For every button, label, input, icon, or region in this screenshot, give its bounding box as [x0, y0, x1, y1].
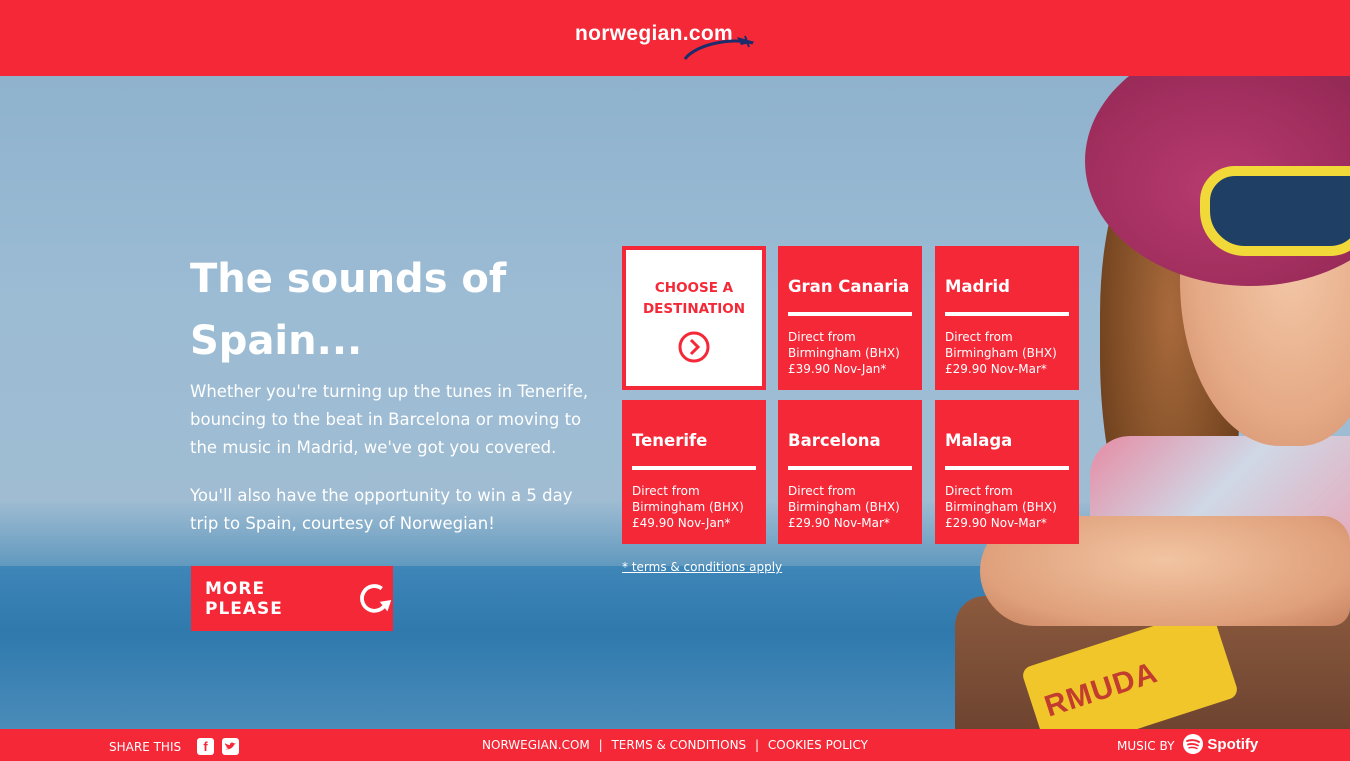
hero-banner: RMUDA The sounds of Spain... Whether you…: [0, 76, 1350, 729]
destination-details: Direct from Birmingham (BHX) £29.90 Nov-…: [945, 329, 1075, 377]
destination-grid: CHOOSE A DESTINATION Gran Canaria Direct…: [622, 246, 1082, 546]
detail-line1: Direct from: [945, 484, 1013, 498]
spotify-link[interactable]: Spotify: [1182, 733, 1258, 755]
music-by-label: MUSIC BY: [1117, 739, 1175, 753]
destination-details: Direct from Birmingham (BHX) £49.90 Nov-…: [632, 483, 762, 531]
detail-line1: Direct from: [788, 484, 856, 498]
destination-details: Direct from Birmingham (BHX) £29.90 Nov-…: [945, 483, 1075, 531]
destination-name: Barcelona: [788, 431, 881, 450]
detail-price: £29.90 Nov-Mar*: [788, 516, 890, 530]
detail-line2: Birmingham (BHX): [788, 346, 900, 360]
tile-divider: [788, 312, 912, 316]
destination-name: Tenerife: [632, 431, 708, 450]
destination-tile-madrid[interactable]: Madrid Direct from Birmingham (BHX) £29.…: [935, 246, 1079, 390]
link-separator: |: [755, 738, 760, 752]
detail-line2: Birmingham (BHX): [945, 500, 1057, 514]
destination-details: Direct from Birmingham (BHX) £39.90 Nov-…: [788, 329, 918, 377]
choose-destination-label: CHOOSE A DESTINATION: [643, 278, 745, 320]
more-please-button[interactable]: MORE PLEASE: [191, 566, 393, 631]
destination-name: Gran Canaria: [788, 277, 910, 296]
detail-price: £29.90 Nov-Mar*: [945, 362, 1047, 376]
destination-details: Direct from Birmingham (BHX) £29.90 Nov-…: [788, 483, 918, 531]
music-credit: MUSIC BY Spotify: [1117, 733, 1258, 755]
tile-divider: [632, 466, 756, 470]
refresh-icon: [360, 583, 392, 613]
competition-paragraph: You'll also have the opportunity to win …: [190, 486, 573, 533]
sunglasses-image: [1200, 166, 1350, 256]
choose-destination-inner: CHOOSE A DESTINATION: [626, 250, 762, 386]
detail-line2: Birmingham (BHX): [945, 346, 1057, 360]
destination-tile-barcelona[interactable]: Barcelona Direct from Birmingham (BHX) £…: [778, 400, 922, 544]
page-title: The sounds of Spain...: [190, 248, 590, 372]
choose-line2: DESTINATION: [642, 301, 746, 317]
destination-name: Madrid: [945, 277, 1010, 296]
norwegian-logo[interactable]: norwegian.com: [575, 13, 775, 63]
tile-divider: [945, 312, 1069, 316]
choose-destination-tile[interactable]: CHOOSE A DESTINATION: [622, 246, 766, 390]
detail-line1: Direct from: [632, 484, 700, 498]
detail-line2: Birmingham (BHX): [788, 500, 900, 514]
site-header: norwegian.com: [0, 0, 1350, 76]
detail-line1: Direct from: [945, 330, 1013, 344]
tile-divider: [945, 466, 1069, 470]
spotify-label: Spotify: [1207, 735, 1259, 753]
sticker-text: RMUDA: [1040, 656, 1162, 724]
plane-swoosh-icon: [683, 35, 755, 60]
norwegian-site-link[interactable]: NORWEGIAN.COM: [482, 738, 590, 752]
choose-line1: CHOOSE A: [654, 280, 734, 296]
link-separator: |: [598, 738, 603, 752]
detail-price: £49.90 Nov-Jan*: [632, 516, 731, 530]
terms-conditions-link[interactable]: * terms & conditions apply: [622, 560, 782, 574]
detail-price: £39.90 Nov-Jan*: [788, 362, 887, 376]
site-footer: SHARE THIS f NORWEGIAN.COM | TERMS & CON…: [0, 729, 1350, 761]
headline-line2: Spain...: [190, 318, 363, 364]
destination-tile-malaga[interactable]: Malaga Direct from Birmingham (BHX) £29.…: [935, 400, 1079, 544]
terms-link[interactable]: TERMS & CONDITIONS: [611, 738, 746, 752]
headline-line1: The sounds of: [190, 256, 507, 302]
spotify-icon: [1183, 734, 1204, 754]
destination-name: Malaga: [945, 431, 1013, 450]
more-please-label: MORE PLEASE: [205, 578, 283, 619]
detail-line1: Direct from: [788, 330, 856, 344]
detail-line2: Birmingham (BHX): [632, 500, 744, 514]
cookies-policy-link[interactable]: COOKIES POLICY: [768, 738, 868, 752]
destination-tile-gran-canaria[interactable]: Gran Canaria Direct from Birmingham (BHX…: [778, 246, 922, 390]
chevron-right-circle-icon: [678, 331, 710, 363]
intro-paragraph: Whether you're turning up the tunes in T…: [190, 382, 589, 457]
destination-tile-tenerife[interactable]: Tenerife Direct from Birmingham (BHX) £4…: [622, 400, 766, 544]
detail-price: £29.90 Nov-Mar*: [945, 516, 1047, 530]
tile-divider: [788, 466, 912, 470]
